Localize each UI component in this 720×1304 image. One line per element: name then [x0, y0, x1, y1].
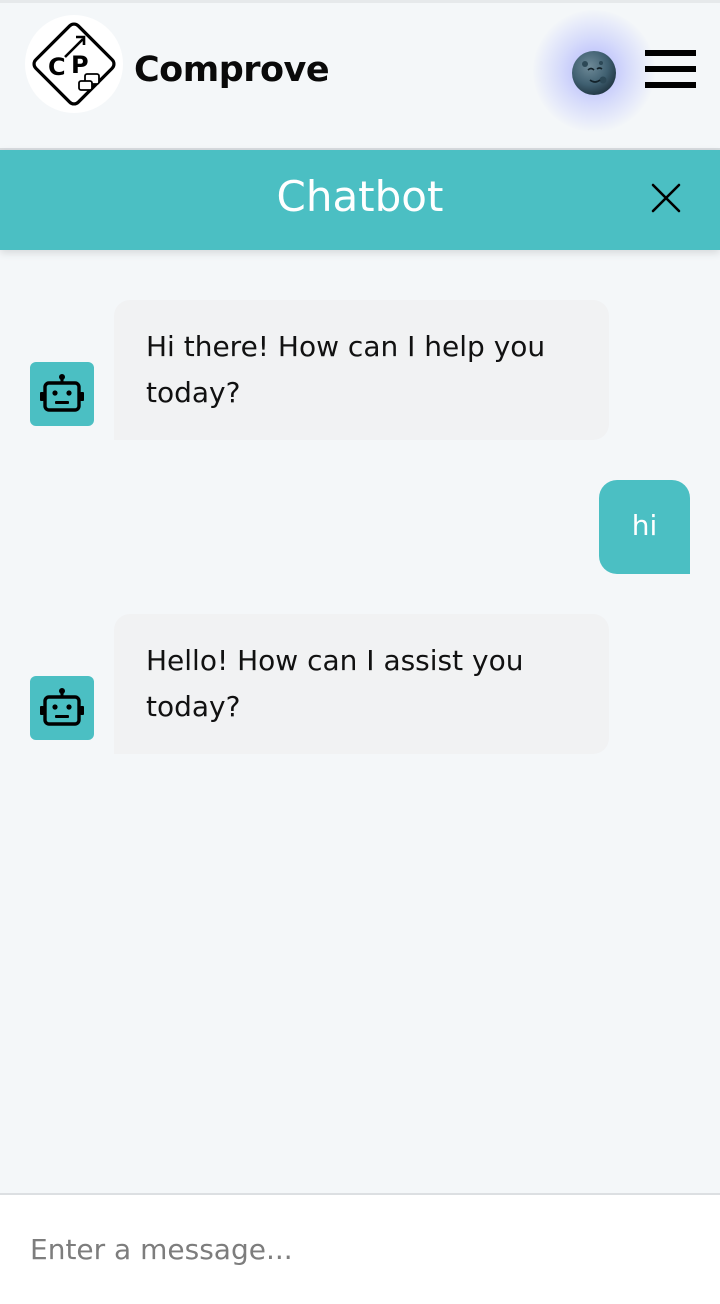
theme-toggle-button[interactable] [571, 50, 617, 96]
message-input[interactable] [0, 1195, 720, 1304]
bot-message: Hi there! How can I help you today? [0, 300, 720, 440]
hamburger-menu-icon[interactable] [645, 50, 697, 90]
robot-icon [40, 688, 84, 726]
navbar-top-divider [0, 0, 720, 3]
user-message-bubble: hi [599, 480, 690, 574]
close-button[interactable] [650, 182, 682, 214]
message-input-area [0, 1193, 720, 1304]
logo-icon: C P [32, 22, 116, 106]
hamburger-line [645, 82, 696, 88]
bot-message-bubble: Hi there! How can I help you today? [114, 300, 609, 440]
robot-icon [40, 374, 84, 412]
logo[interactable]: C P [25, 15, 123, 113]
hamburger-line [645, 50, 696, 56]
bot-avatar [30, 676, 94, 740]
navbar: C P Comprove [0, 0, 720, 150]
hamburger-line [645, 66, 696, 72]
bot-avatar [30, 362, 94, 426]
chat-title: Chatbot [276, 172, 444, 221]
bot-message-bubble: Hello! How can I assist you today? [114, 614, 609, 754]
close-icon [651, 183, 681, 213]
brand-name[interactable]: Comprove [134, 46, 330, 94]
bot-message: Hello! How can I assist you today? [0, 614, 720, 754]
message-list[interactable]: Hi there! How can I help you today? hi H… [0, 250, 720, 1194]
moon-face-icon [572, 51, 616, 95]
chat-header: Chatbot [0, 150, 720, 250]
svg-text:C: C [48, 53, 66, 81]
